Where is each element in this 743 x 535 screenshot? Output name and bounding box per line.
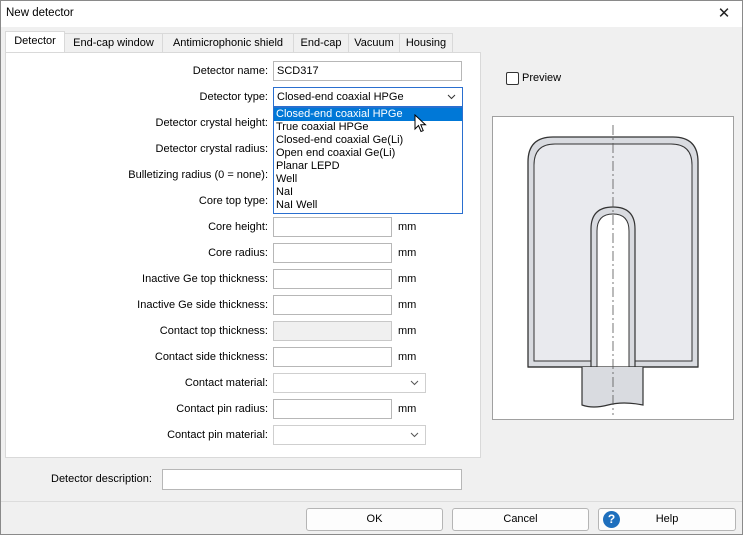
chevron-down-icon xyxy=(410,380,419,386)
detector-name-label: Detector name: xyxy=(192,65,268,77)
core-height-unit: mm xyxy=(398,221,417,233)
contact-side-label: Contact side thickness: xyxy=(154,351,268,363)
option-nai[interactable]: NaI xyxy=(274,186,462,199)
description-label: Detector description: xyxy=(51,473,152,485)
ok-button[interactable]: OK xyxy=(306,508,443,531)
tab-antimicrophonic-shield[interactable]: Antimicrophonic shield xyxy=(162,33,294,52)
pin-radius-unit: mm xyxy=(398,403,417,415)
close-icon[interactable]: ✕ xyxy=(714,4,734,24)
option-closed-end-coaxial-hpge[interactable]: Closed-end coaxial HPGe xyxy=(274,108,462,121)
pin-radius-input[interactable] xyxy=(273,399,392,419)
option-nai-well[interactable]: NaI Well xyxy=(274,199,462,212)
core-radius-unit: mm xyxy=(398,247,417,259)
crystal-height-label: Detector crystal height: xyxy=(155,117,269,129)
core-radius-label: Core radius: xyxy=(208,247,268,259)
option-true-coaxial-hpge[interactable]: True coaxial HPGe xyxy=(274,121,462,134)
tab-housing[interactable]: Housing xyxy=(399,33,453,52)
chevron-down-icon xyxy=(410,432,419,438)
contact-top-unit: mm xyxy=(398,325,417,337)
detector-type-value: Closed-end coaxial HPGe xyxy=(277,91,404,103)
mouse-cursor-icon xyxy=(414,114,427,133)
core-top-type-label: Core top type: xyxy=(198,195,268,207)
crystal-radius-label: Detector crystal radius: xyxy=(155,143,268,155)
help-button[interactable]: ? Help xyxy=(598,508,736,531)
pin-material-label: Contact pin material: xyxy=(167,429,268,441)
option-well[interactable]: Well xyxy=(274,173,462,186)
title-bar: New detector ✕ xyxy=(1,1,742,27)
tab-end-cap[interactable]: End-cap xyxy=(293,33,349,52)
detector-type-dropdown-list: Closed-end coaxial HPGe True coaxial HPG… xyxy=(273,107,463,214)
inactive-top-unit: mm xyxy=(398,273,417,285)
detector-type-label: Detector type: xyxy=(199,91,268,103)
preview-label: Preview xyxy=(522,72,562,84)
contact-side-input[interactable] xyxy=(273,347,392,367)
pin-material-select[interactable] xyxy=(273,425,426,445)
cancel-button[interactable]: Cancel xyxy=(452,508,589,531)
contact-side-unit: mm xyxy=(398,351,417,363)
option-closed-end-coaxial-geli[interactable]: Closed-end coaxial Ge(Li) xyxy=(274,134,462,147)
tab-vacuum[interactable]: Vacuum xyxy=(348,33,400,52)
detector-name-input[interactable]: SCD317 xyxy=(273,61,462,81)
contact-top-input xyxy=(273,321,392,341)
contact-top-label: Contact top thickness: xyxy=(159,325,268,337)
option-open-end-coaxial-geli[interactable]: Open end coaxial Ge(Li) xyxy=(274,147,462,160)
detector-diagram xyxy=(492,116,734,420)
tab-end-cap-window[interactable]: End-cap window xyxy=(64,33,163,52)
help-button-label: Help xyxy=(655,513,679,525)
inactive-top-label: Inactive Ge top thickness: xyxy=(142,273,268,285)
inactive-side-label: Inactive Ge side thickness: xyxy=(137,299,268,311)
window-title: New detector xyxy=(6,7,74,19)
new-detector-dialog: New detector ✕ Detector End-cap window A… xyxy=(0,0,743,535)
button-bar: OK Cancel ? Help xyxy=(1,501,742,534)
description-input[interactable] xyxy=(162,469,462,490)
help-icon: ? xyxy=(603,511,620,528)
pin-radius-label: Contact pin radius: xyxy=(176,403,268,415)
core-radius-input[interactable] xyxy=(273,243,392,263)
option-planar-lepd[interactable]: Planar LEPD xyxy=(274,160,462,173)
preview-checkbox-box[interactable] xyxy=(506,72,519,85)
contact-material-label: Contact material: xyxy=(184,377,268,389)
tab-detector[interactable]: Detector xyxy=(5,31,65,52)
inactive-top-input[interactable] xyxy=(273,269,392,289)
inactive-side-input[interactable] xyxy=(273,295,392,315)
core-height-label: Core height: xyxy=(208,221,268,233)
core-height-input[interactable] xyxy=(273,217,392,237)
detector-type-select[interactable]: Closed-end coaxial HPGe xyxy=(273,87,463,107)
detector-cross-section-image xyxy=(527,125,699,415)
contact-material-select[interactable] xyxy=(273,373,426,393)
inactive-side-unit: mm xyxy=(398,299,417,311)
bulletizing-radius-label: Bulletizing radius (0 = none): xyxy=(128,169,268,181)
chevron-down-icon xyxy=(447,94,456,100)
